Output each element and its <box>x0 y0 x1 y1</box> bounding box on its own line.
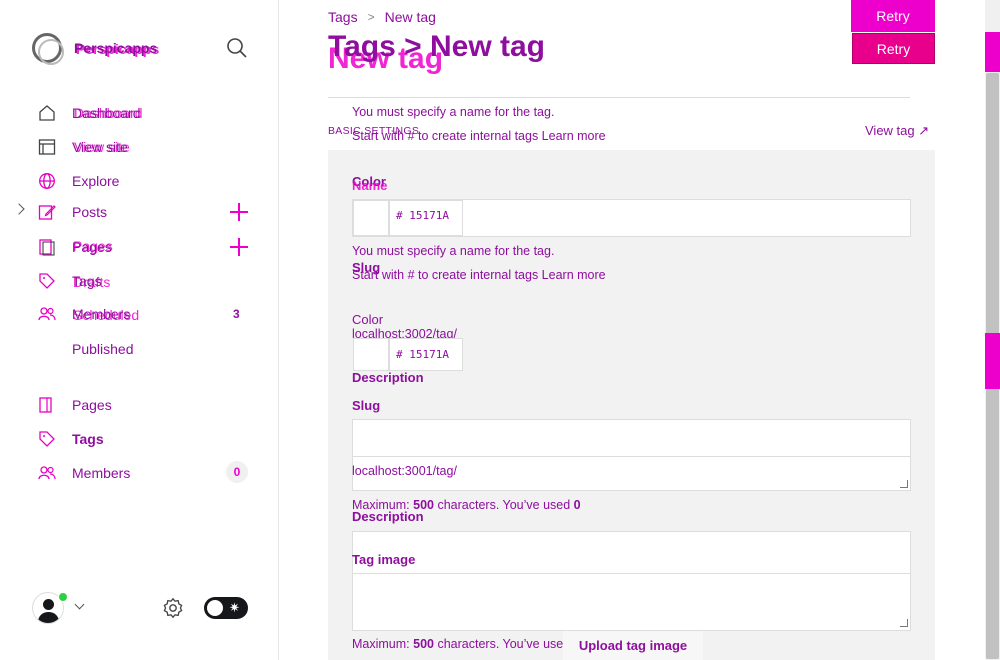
name-error-2: You must specify a name for the tag. <box>352 244 555 258</box>
breadcrumb-separator: > <box>367 10 375 24</box>
resize-handle-1[interactable] <box>900 480 908 488</box>
retry-button-top[interactable]: Retry <box>851 0 935 32</box>
chevron-down-icon[interactable] <box>74 599 85 610</box>
max-value-2: 500 <box>413 637 434 651</box>
max-rest-1: characters. You’ve used <box>433 498 574 512</box>
main-content: Tags > New tag New tag Tags > New tag Re… <box>280 0 985 660</box>
description-label-2: Description <box>352 509 424 524</box>
max-text-2: Maximum: <box>352 637 414 651</box>
members-count-badge: 0 <box>226 461 248 483</box>
gear-icon[interactable] <box>162 597 184 619</box>
description-textarea-2[interactable] <box>352 531 911 631</box>
online-status-dot <box>58 592 68 602</box>
sidebar-item-dashboard[interactable]: Dashboard <box>38 101 141 125</box>
add-page-button[interactable] <box>230 238 248 256</box>
published-spacer <box>38 340 56 358</box>
sidebar-item-published[interactable]: Published <box>38 337 134 361</box>
chevron-right-icon[interactable] <box>13 203 25 215</box>
color-hex-1: # 15171A <box>396 209 449 222</box>
sidebar-item-label: View site <box>72 139 128 155</box>
slug-url-2: localhost:3001/tag/ <box>352 464 457 478</box>
avatar-head <box>43 599 54 610</box>
edit-icon <box>38 203 56 221</box>
scroll-marker-top <box>985 32 1000 72</box>
browser-icon <box>38 138 56 156</box>
members-count: 3 <box>233 307 240 321</box>
sidebar-item-label: Tags <box>72 431 104 447</box>
theme-toggle[interactable]: ✷ <box>204 597 248 619</box>
tag-icon <box>38 272 56 290</box>
slug-input[interactable] <box>352 419 911 457</box>
breadcrumb: Tags > New tag <box>328 9 436 25</box>
sidebar-item-posts[interactable]: Posts <box>38 200 107 224</box>
page-icon <box>38 396 56 414</box>
avatar-body <box>38 612 59 623</box>
tag-icon <box>38 430 56 448</box>
sidebar-item-label: Members <box>72 465 131 481</box>
scrollbar[interactable] <box>985 0 1000 660</box>
sidebar-item-tags[interactable]: Tags <box>38 269 102 293</box>
name-hint-1: Start with # to create internal tags Lea… <box>352 129 606 143</box>
sidebar-item-members-2[interactable]: Members <box>38 461 130 485</box>
name-error-1: You must specify a name for the tag. <box>352 105 555 119</box>
page-title: Tags > New tag <box>328 30 546 63</box>
sidebar-item-view-site[interactable]: View site <box>38 135 128 159</box>
sidebar-item-members[interactable]: Members <box>38 302 130 326</box>
sun-icon: ✷ <box>229 600 240 615</box>
used-count-1: 0 <box>573 498 581 512</box>
description-counter-2: Maximum: 500 characters. You’ve used 0 <box>352 637 581 651</box>
sidebar-item-pages-2[interactable]: Pages <box>38 393 112 417</box>
sidebar-item-label: Tags <box>72 273 102 289</box>
members-icon <box>38 305 56 323</box>
brand[interactable]: Perspicapps Perspicapps <box>32 33 159 65</box>
sidebar: Perspicapps Perspicapps Dashboard View s… <box>0 0 279 660</box>
resize-handle-2[interactable] <box>900 619 908 627</box>
toggle-knob <box>207 600 223 616</box>
sidebar-item-label: Members <box>72 306 131 322</box>
retry-button[interactable]: Retry <box>852 33 935 64</box>
divider <box>328 97 910 98</box>
breadcrumb-current: New tag <box>384 9 436 25</box>
description-label-1: Description <box>352 370 424 385</box>
page-icon <box>38 238 56 256</box>
color-swatch-1[interactable] <box>353 200 389 236</box>
tag-image-label: Tag image <box>352 552 416 567</box>
home-icon <box>38 104 56 122</box>
color-hex-2: # 15171A <box>396 348 449 361</box>
sidebar-item-explore[interactable]: Explore <box>38 169 119 193</box>
sidebar-item-label: Published <box>72 341 134 357</box>
sidebar-item-pages[interactable]: Pages <box>38 235 112 259</box>
color-swatch-2[interactable] <box>353 338 389 371</box>
name-label: Name <box>352 178 388 193</box>
members-icon <box>38 464 56 482</box>
name-hint-2: Start with # to create internal tags Lea… <box>352 268 606 282</box>
globe-icon <box>38 172 56 190</box>
brand-name: Perspicapps <box>74 40 158 56</box>
sidebar-item-label: Dashboard <box>72 105 141 121</box>
sidebar-item-label: Pages <box>72 397 112 413</box>
view-tag-link[interactable]: View tag ↗ <box>865 123 929 139</box>
color-label-2: Color <box>352 312 384 327</box>
breadcrumb-tags-link[interactable]: Tags <box>328 9 358 25</box>
upload-tag-image-button[interactable]: Upload tag image <box>563 631 703 660</box>
textarea-divider <box>352 573 911 574</box>
sidebar-item-label: Explore <box>72 173 120 189</box>
scroll-marker-mid <box>985 333 1000 389</box>
sidebar-item-label: Pages <box>72 239 112 255</box>
slug-label-2: Slug <box>352 398 381 413</box>
sidebar-item-tags-2[interactable]: Tags <box>38 427 104 451</box>
brand-logo-icon <box>32 33 64 65</box>
search-icon[interactable] <box>225 36 249 60</box>
max-rest-2: characters. You’ve used 0 <box>433 637 581 651</box>
add-post-button[interactable] <box>230 203 248 221</box>
sidebar-item-label: Posts <box>72 204 108 220</box>
